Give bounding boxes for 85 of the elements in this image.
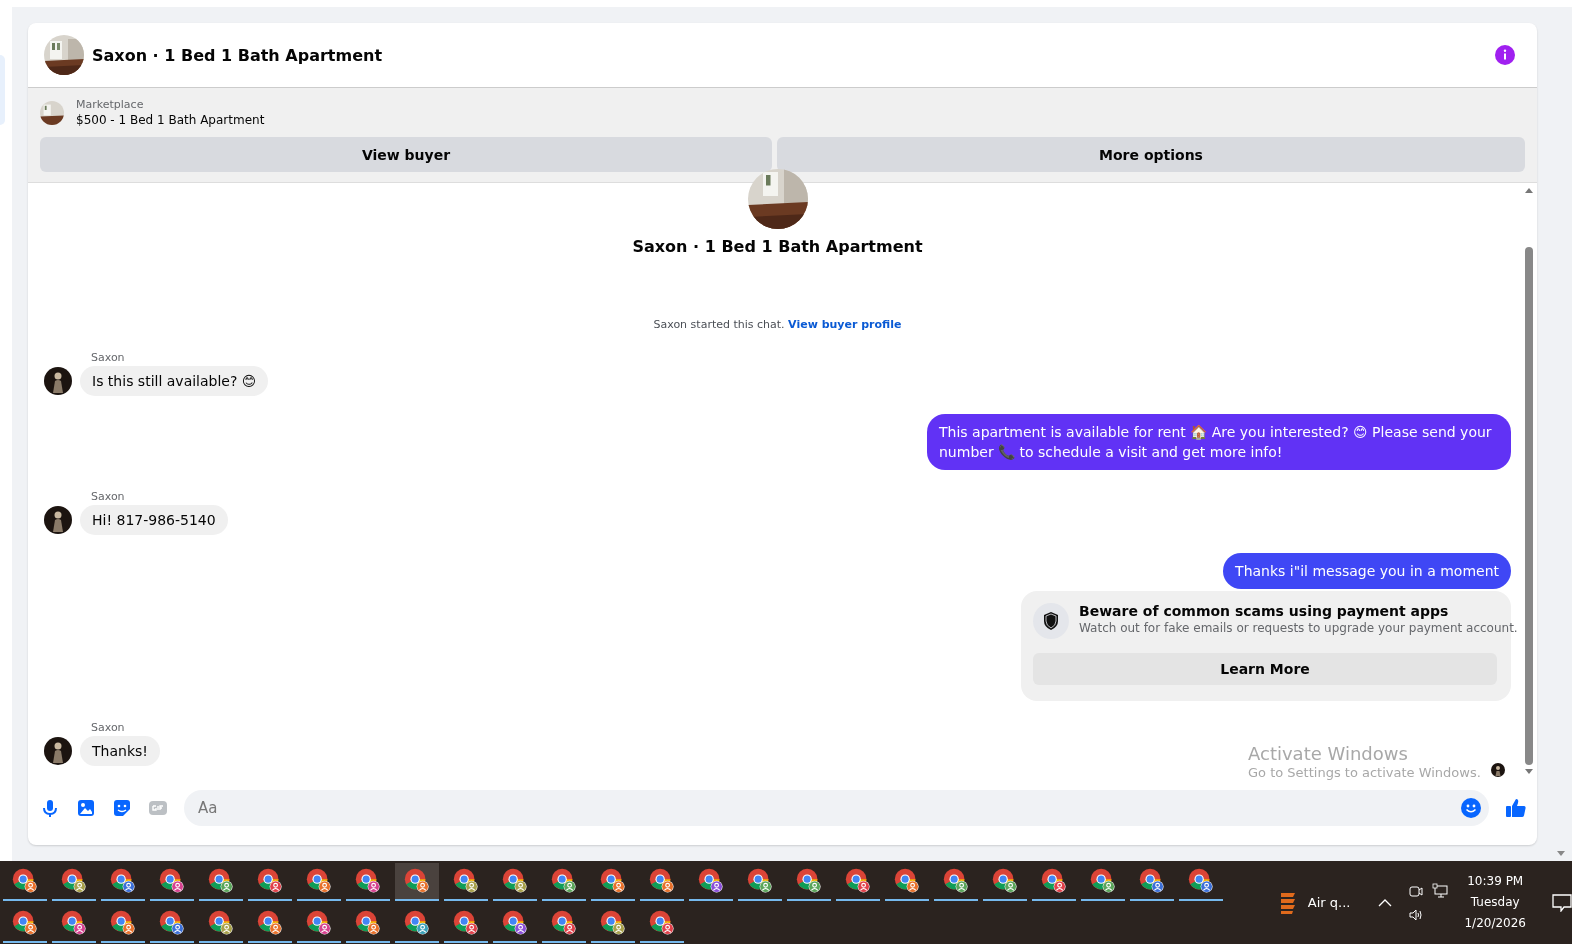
activation-text: Go to Settings to activate Windows.: [1248, 765, 1481, 780]
message-bubble: Is this still available? 😊: [80, 366, 269, 396]
browser-icon: [1137, 867, 1166, 895]
sender-name: Saxon: [91, 721, 126, 734]
message-field[interactable]: Aa: [184, 790, 1489, 826]
browser-icon: [647, 867, 676, 895]
browser-icon: [598, 867, 627, 895]
microphone-icon[interactable]: [40, 798, 60, 818]
safety-title: Beware of common scams using payment apps: [1079, 603, 1450, 619]
browser-icon: [255, 909, 284, 937]
browser-icon: [745, 867, 774, 895]
avatar-icon: [44, 737, 72, 765]
browser-icon: [1186, 867, 1215, 895]
sticker-icon[interactable]: [112, 798, 132, 818]
emoji-icon[interactable]: [1461, 798, 1481, 818]
shield-icon: [1033, 603, 1069, 639]
listing-heading: Saxon · 1 Bed 1 Bath Apartment: [632, 237, 923, 256]
browser-icon: [500, 867, 529, 895]
browser-icon: [892, 867, 921, 895]
safety-text: Watch out for fake emails or requests to upgrade your payment account.: [1079, 621, 1518, 635]
browser-icon: [10, 909, 39, 937]
browser-icon: [59, 909, 88, 937]
browser-icon: [304, 867, 333, 895]
browser-icon: [549, 867, 578, 895]
browser-icon: [794, 867, 823, 895]
browser-icon: [304, 909, 333, 937]
scroll-down-icon[interactable]: [1524, 769, 1534, 775]
network-icon[interactable]: [1432, 882, 1449, 899]
browser-icon: [108, 909, 137, 937]
image-icon[interactable]: [76, 798, 96, 818]
listing-source: Marketplace: [76, 98, 145, 111]
weather-label[interactable]: Air q...: [1307, 895, 1351, 910]
buyer-profile-link[interactable]: View buyer profile: [788, 318, 902, 331]
browser-icon: [255, 867, 284, 895]
scrollbar-thumb[interactable]: [1525, 247, 1533, 765]
browser-icon: [1039, 867, 1068, 895]
chat-notice: Saxon started this chat.: [653, 318, 785, 331]
browser-icon: [206, 867, 235, 895]
browser-icon: [451, 867, 480, 895]
browser-icon: [353, 909, 382, 937]
avatar-icon: [44, 367, 72, 395]
listing-title: $500 - 1 Bed 1 Bath Apartment: [76, 113, 265, 127]
action-button[interactable]: More options: [777, 137, 1525, 172]
browser-icon: [696, 867, 725, 895]
browser-icon: [500, 909, 529, 937]
browser-icon: [990, 867, 1019, 895]
browser-icon: [157, 867, 186, 895]
avatar-icon: [44, 506, 72, 534]
clock-date: 1/20/2026: [1464, 915, 1526, 932]
message-bubble: Hi! 817-986-5140: [80, 505, 228, 535]
browser-icon: [108, 867, 137, 895]
notifications-icon[interactable]: [1552, 893, 1572, 912]
sender-name: Saxon: [91, 490, 126, 503]
browser-icon: [157, 909, 186, 937]
browser-icon: [598, 909, 627, 937]
message-bubble: Thanks!: [80, 736, 160, 766]
info-icon[interactable]: [1495, 45, 1515, 65]
activation-title: Activate Windows: [1248, 743, 1409, 764]
chat-title: Saxon · 1 Bed 1 Bath Apartment: [92, 45, 384, 65]
browser-icon: [549, 909, 578, 937]
browser-icon: [353, 867, 382, 895]
message-input[interactable]: Aa: [196, 798, 1461, 818]
chevron-up-icon[interactable]: [1378, 898, 1393, 907]
sender-name: Saxon: [91, 351, 126, 364]
browser-icon: [402, 909, 431, 937]
browser-icon: [451, 909, 480, 937]
browser-icon: [941, 867, 970, 895]
browser-icon: [647, 909, 676, 937]
message-bubble: This apartment is available for rent 🏠 Are you interested? 😊 Please send your number 📞 to schedule a visit and get more info!: [927, 414, 1511, 470]
page-scroll-down-icon[interactable]: [1556, 851, 1566, 857]
thumbs-up-icon[interactable]: [1505, 797, 1527, 819]
browser-icon: [59, 867, 88, 895]
browser-icon: [10, 867, 39, 895]
browser-icon: [206, 909, 235, 937]
clock-day: Tuesday: [1464, 892, 1526, 913]
learn-more-button[interactable]: Learn More: [1033, 653, 1497, 685]
browser-icon: [843, 867, 872, 895]
message-bubble: Thanks i"il message you in a moment: [1223, 553, 1511, 589]
browser-icon: [1088, 867, 1117, 895]
browser-icon: [402, 867, 431, 895]
action-button[interactable]: View buyer: [40, 137, 772, 172]
read-receipt-icon: [1491, 763, 1505, 777]
browser-taskbar-button[interactable]: [394, 863, 439, 901]
scroll-up-icon[interactable]: [1524, 187, 1534, 193]
clock-time: 10:39 PM: [1466, 873, 1525, 890]
